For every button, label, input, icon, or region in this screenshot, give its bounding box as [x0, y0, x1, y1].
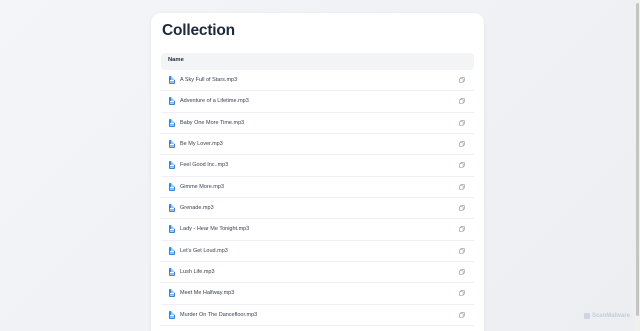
scrollbar-thumb[interactable] — [636, 3, 639, 316]
list-item[interactable]: Adventure of a Lifetime.mp3 — [161, 91, 474, 113]
copy-icon[interactable] — [459, 247, 465, 254]
file-icon — [169, 225, 175, 234]
file-list: A Sky Full of Stars.mp3 Adventure of a Li… — [161, 70, 474, 327]
collection-card: Collection Name A Sky Full of Stars.mp3 A… — [151, 13, 484, 331]
file-name[interactable]: Let's Get Loud.mp3 — [180, 248, 228, 254]
file-name[interactable]: Adventure of a Lifetime.mp3 — [180, 98, 249, 104]
file-icon — [169, 118, 175, 127]
file-icon — [169, 161, 175, 170]
file-name[interactable]: Gimme More.mp3 — [180, 184, 224, 190]
copy-icon[interactable] — [459, 98, 465, 105]
watermark: ScanMalware — [583, 313, 630, 319]
file-name[interactable]: Meet Me Halfway.mp3 — [180, 290, 234, 296]
page: Collection Name A Sky Full of Stars.mp3 A… — [0, 0, 640, 331]
scrollbar[interactable] — [635, 0, 640, 331]
file-icon — [169, 246, 175, 255]
file-name[interactable]: Feel Good Inc..mp3 — [180, 162, 228, 168]
copy-icon[interactable] — [459, 141, 465, 147]
copy-icon[interactable] — [459, 77, 465, 83]
file-name[interactable]: Lady - Hear Me Tonight.mp3 — [180, 226, 249, 232]
file-name[interactable]: Lush Life.mp3 — [180, 269, 215, 275]
file-icon — [169, 289, 175, 298]
file-name[interactable]: A Sky Full of Stars.mp3 — [180, 77, 237, 83]
file-icon — [169, 268, 175, 277]
file-icon — [169, 182, 175, 191]
copy-icon[interactable] — [459, 226, 465, 233]
list-item[interactable]: Feel Good Inc..mp3 — [161, 155, 474, 177]
file-name[interactable]: Grenade.mp3 — [180, 205, 214, 211]
file-name[interactable]: Baby One More Time.mp3 — [180, 120, 244, 126]
list-item[interactable]: Grenade.mp3 — [161, 198, 474, 220]
list-item[interactable]: Lady - Hear Me Tonight.mp3 — [161, 219, 474, 241]
list-item[interactable]: Gimme More.mp3 — [161, 177, 474, 199]
copy-icon[interactable] — [459, 269, 465, 275]
list-item[interactable]: Meet Me Halfway.mp3 — [161, 283, 474, 305]
file-icon — [169, 310, 175, 319]
copy-icon[interactable] — [459, 119, 465, 126]
list-item[interactable]: Be My Lover.mp3 — [161, 134, 474, 156]
file-icon — [169, 76, 175, 84]
table-header: Name — [161, 53, 474, 70]
file-icon — [169, 140, 175, 149]
copy-icon[interactable] — [459, 183, 465, 190]
copy-icon[interactable] — [459, 290, 465, 297]
file-name[interactable]: Murder On The Dancefloor.mp3 — [180, 312, 257, 318]
copy-icon[interactable] — [459, 205, 465, 211]
page-title: Collection — [162, 22, 235, 39]
list-item[interactable]: A Sky Full of Stars.mp3 — [161, 70, 474, 92]
copy-icon[interactable] — [459, 311, 465, 318]
file-icon — [169, 97, 175, 106]
copy-icon[interactable] — [459, 162, 465, 169]
file-name[interactable]: Be My Lover.mp3 — [180, 141, 223, 147]
scanmalware-logo-icon — [583, 313, 590, 319]
file-icon — [169, 204, 175, 213]
list-item[interactable]: Lush Life.mp3 — [161, 262, 474, 284]
column-header-name[interactable]: Name — [168, 57, 184, 63]
list-item[interactable]: Murder On The Dancefloor.mp3 — [161, 305, 474, 327]
list-item[interactable]: Baby One More Time.mp3 — [161, 113, 474, 135]
watermark-text: ScanMalware — [591, 313, 630, 319]
list-item[interactable]: Let's Get Loud.mp3 — [161, 241, 474, 263]
